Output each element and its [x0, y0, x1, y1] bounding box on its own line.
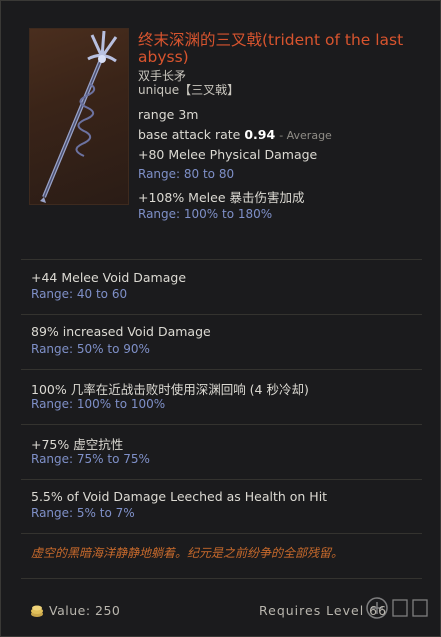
footer-divider — [21, 578, 422, 579]
trident-art — [29, 28, 129, 205]
divider — [21, 259, 422, 260]
attack-rate-value: 0.94 — [244, 127, 276, 142]
range-stat: range 3m — [138, 107, 199, 122]
affix-range-5: Range: 5% to 7% — [31, 506, 135, 520]
divider — [21, 479, 422, 480]
affix-text-4: +75% 虚空抗性 — [31, 437, 124, 452]
affix-range-4: Range: 75% to 75% — [31, 452, 150, 466]
implicit-range-1: Range: 80 to 80 — [138, 167, 235, 181]
tooltip-header: 终末深渊的三叉戟(trident of the last abyss) 双手长矛… — [1, 1, 441, 259]
affix-range-2: Range: 50% to 90% — [31, 342, 150, 356]
watermark-logo — [363, 591, 433, 625]
item-rarity: unique【三叉戟】 — [138, 83, 240, 97]
item-title: 终末深渊的三叉戟(trident of the last abyss) — [138, 31, 404, 66]
affix-text-1: +44 Melee Void Damage — [31, 270, 187, 285]
affix-text-3: 100% 几率在近战击败时使用深渊回响 (4 秒冷却) — [31, 382, 309, 397]
attack-rate-label: base attack rate — [138, 127, 241, 142]
attack-rate-note: - Average — [279, 129, 332, 142]
affix-text-5: 5.5% of Void Damage Leeched as Health on… — [31, 489, 328, 504]
divider — [21, 314, 422, 315]
divider — [21, 369, 422, 370]
divider — [21, 424, 422, 425]
affix-range-3: Range: 100% to 100% — [31, 397, 166, 411]
affix-range-1: Range: 40 to 60 — [31, 287, 128, 301]
divider — [21, 533, 422, 534]
affix-text-2: 89% increased Void Damage — [31, 324, 211, 339]
implicit-stat-2: +108% Melee 暴击伤害加成 — [138, 190, 305, 205]
item-value: Value: 250 — [49, 603, 121, 618]
lore-text: 虚空的黑暗海洋静静地躺着。纪元是之前纷争的全部残留。 — [31, 546, 344, 560]
implicit-range-2: Range: 100% to 180% — [138, 207, 273, 221]
attack-rate-stat: base attack rate 0.94 - Average — [138, 127, 332, 142]
item-tooltip: 终末深渊的三叉戟(trident of the last abyss) 双手长矛… — [0, 0, 441, 637]
implicit-stat-1: +80 Melee Physical Damage — [138, 147, 318, 162]
coin-icon — [30, 603, 44, 617]
